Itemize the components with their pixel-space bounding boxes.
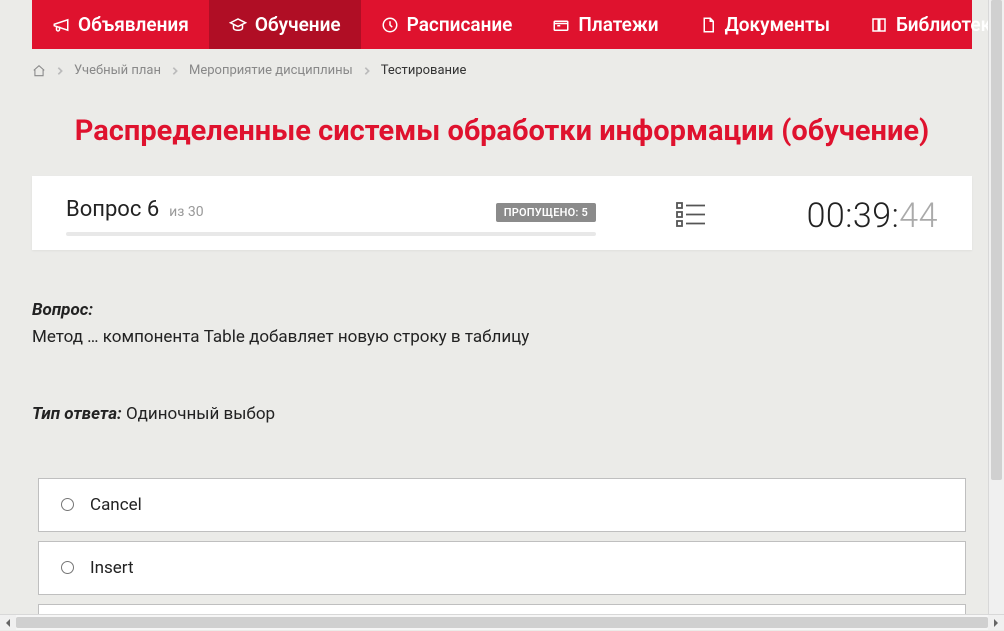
option-label: Cancel [90, 495, 142, 515]
answer-type-label: Тип ответа: [32, 404, 122, 424]
question-list-icon[interactable] [676, 201, 706, 231]
scroll-right-arrow[interactable] [988, 615, 1004, 631]
chevron-right-icon [171, 66, 179, 76]
nav-label: Библиотека [896, 13, 1001, 36]
timer-main: 00:39: [807, 196, 900, 236]
options-list: Cancel Insert Delete [32, 478, 972, 614]
document-icon [699, 16, 717, 34]
nav-payments[interactable]: Платежи [532, 0, 678, 49]
page-title: Распределенные системы обработки информа… [32, 92, 972, 176]
scroll-left-arrow[interactable] [0, 615, 16, 631]
graduation-icon [229, 16, 247, 34]
skipped-badge: ПРОПУЩЕНО: 5 [496, 203, 596, 222]
nav-announcements[interactable]: Объявления [32, 0, 209, 49]
answer-type-value: Одиночный выбор [126, 404, 275, 424]
vertical-scrollbar[interactable] [988, 0, 1004, 614]
breadcrumb-link[interactable]: Учебный план [74, 63, 161, 78]
breadcrumb: Учебный план Мероприятие дисциплины Тест… [32, 49, 972, 92]
book-icon [870, 16, 888, 34]
option-label: Insert [90, 558, 134, 578]
option-item[interactable]: Cancel [38, 478, 966, 532]
nav-schedule[interactable]: Расписание [361, 0, 533, 49]
nav-label: Расписание [407, 13, 513, 36]
option-radio[interactable] [61, 561, 74, 574]
option-item[interactable]: Insert [38, 541, 966, 595]
progress-bar [66, 232, 596, 236]
question-total-label: из 30 [169, 204, 203, 220]
question-number-label: Вопрос 6 [66, 197, 159, 222]
nav-documents[interactable]: Документы [679, 0, 850, 49]
chevron-right-icon [56, 66, 64, 76]
scrollbar-track[interactable] [16, 615, 988, 630]
question-heading: Вопрос: [32, 300, 972, 320]
clock-icon [381, 16, 399, 34]
breadcrumb-link[interactable]: Мероприятие дисциплины [189, 63, 353, 78]
status-bar: Вопрос 6 из 30 ПРОПУЩЕНО: 5 [32, 176, 972, 250]
nav-label: Платежи [578, 13, 658, 36]
home-icon[interactable] [32, 64, 46, 78]
breadcrumb-current: Тестирование [381, 63, 467, 78]
nav-education[interactable]: Обучение [209, 0, 361, 49]
horizontal-scrollbar[interactable] [0, 614, 1004, 630]
option-radio[interactable] [61, 498, 74, 511]
scrollbar-thumb[interactable] [16, 617, 988, 628]
question-progress: Вопрос 6 из 30 ПРОПУЩЕНО: 5 [66, 197, 596, 236]
timer: 00:39:44 [807, 196, 938, 236]
nav-label: Объявления [78, 13, 189, 36]
scrollbar-thumb[interactable] [991, 0, 1002, 480]
nav-library[interactable]: Библиотека [850, 0, 1004, 49]
question-text: Метод … компонента Table добавляет новую… [32, 326, 972, 350]
question-body: Вопрос: Метод … компонента Table добавля… [32, 300, 972, 614]
main-navbar: Объявления Обучение Расписание Платежи [32, 0, 972, 49]
payment-icon [552, 16, 570, 34]
option-item[interactable]: Delete [38, 604, 966, 614]
chevron-right-icon [363, 66, 371, 76]
nav-label: Документы [725, 13, 830, 36]
nav-label: Обучение [255, 13, 341, 36]
timer-sub: 44 [899, 196, 938, 236]
megaphone-icon [52, 16, 70, 34]
